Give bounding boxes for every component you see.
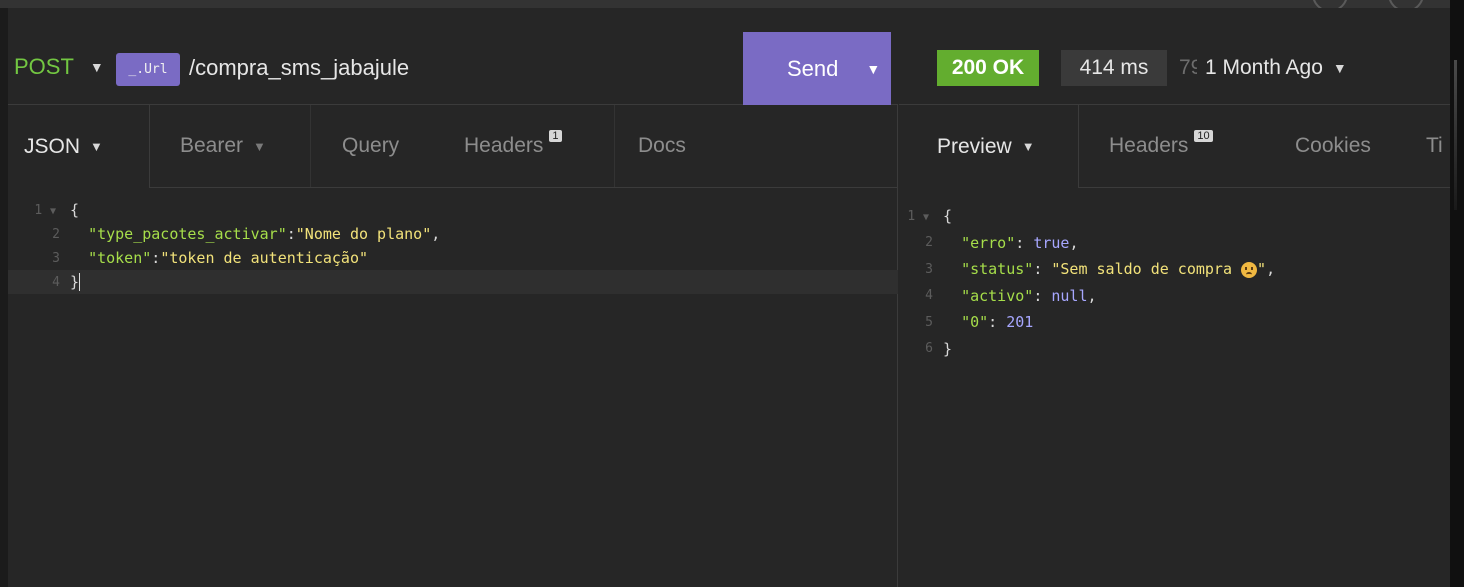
- line-number: 3: [925, 261, 933, 277]
- tab-timeline[interactable]: Ti: [1414, 105, 1450, 188]
- tab-label: Headers: [464, 134, 544, 157]
- headers-count-badge: 10: [1194, 130, 1213, 142]
- json-key: "activo": [961, 286, 1034, 305]
- response-preview: 1 ▼ { 2 "erro": true, 3 "status": "Sem s…: [899, 203, 1450, 362]
- response-time-badge: 414 ms: [1061, 50, 1167, 86]
- code-line: 1 ▼ {: [8, 198, 898, 222]
- code-line: 2 "erro": true,: [899, 230, 1450, 257]
- line-number: 5: [925, 314, 933, 330]
- code-line: 5 "0": 201: [899, 309, 1450, 336]
- response-size-badge: 79: [1179, 56, 1197, 79]
- send-button[interactable]: Send ▼: [743, 32, 891, 105]
- json-key: "0": [961, 313, 989, 332]
- fold-arrow-icon: ▼: [49, 205, 56, 217]
- worried-face-emoji-icon: [1241, 261, 1258, 278]
- response-status-bar: 200 OK 414 ms 79 1 Month Ago ▼: [899, 8, 1450, 105]
- json-null: null: [1051, 286, 1088, 305]
- json-string: "Sem saldo de compra: [1051, 260, 1242, 279]
- tab-body-json[interactable]: JSON ▼: [8, 105, 150, 188]
- tab-headers[interactable]: Headers 1: [434, 105, 614, 188]
- tab-label: Preview: [937, 134, 1012, 158]
- tab-auth-bearer[interactable]: Bearer ▼: [150, 105, 310, 188]
- insomnia-app: POST ▼ _.Url /compra_sms_jabajule Send ▼…: [8, 8, 1450, 587]
- request-tabs: JSON ▼ Bearer ▼ Query Headers 1 Docs: [8, 105, 898, 188]
- tab-bar-filler: [718, 105, 898, 188]
- line-number: 1 ▼: [34, 202, 56, 218]
- code-line: 3 "status": "Sem saldo de compra ",: [899, 256, 1450, 283]
- code-line: 3 "token":"token de autenticação": [8, 246, 898, 270]
- chevron-down-icon: ▼: [1021, 139, 1035, 154]
- line-number: 2: [925, 235, 933, 251]
- tab-label: Docs: [638, 134, 686, 157]
- code-line: 4 "activo": null,: [899, 283, 1450, 310]
- environment-variable-tag[interactable]: _.Url: [116, 53, 180, 86]
- line-number: 2: [52, 226, 60, 242]
- code-line-current: 4 }: [8, 270, 898, 294]
- method-label: POST: [14, 54, 74, 79]
- json-boolean: true: [1033, 233, 1070, 252]
- line-number: 6: [925, 341, 933, 357]
- tab-label: JSON: [24, 134, 81, 158]
- request-pane: POST ▼ _.Url /compra_sms_jabajule Send ▼…: [8, 8, 898, 587]
- response-history-dropdown[interactable]: 1 Month Ago ▼: [1205, 50, 1347, 86]
- url-input[interactable]: /compra_sms_jabajule: [189, 55, 409, 81]
- tab-docs[interactable]: Docs: [614, 105, 718, 188]
- tab-preview[interactable]: Preview ▼: [899, 105, 1079, 188]
- tab-query[interactable]: Query: [310, 105, 434, 188]
- tab-cookies[interactable]: Cookies: [1259, 105, 1414, 188]
- json-key: "type_pacotes_activar": [88, 225, 287, 243]
- json-string: "Nome do plano": [295, 225, 432, 243]
- chevron-down-icon: ▼: [1332, 60, 1347, 76]
- line-number: 4: [52, 274, 60, 290]
- method-selector[interactable]: POST ▼: [14, 54, 104, 80]
- line-number: 4: [925, 288, 933, 304]
- url-bar: POST ▼ _.Url /compra_sms_jabajule Send ▼: [8, 8, 898, 105]
- edge-glow: [1454, 60, 1457, 210]
- fold-arrow-icon: ▼: [922, 211, 929, 223]
- code-line: 1 ▼ {: [899, 203, 1450, 230]
- chevron-down-icon: ▼: [90, 139, 103, 154]
- line-number: 3: [52, 250, 60, 266]
- chevron-down-icon: ▼: [253, 138, 266, 154]
- text-cursor: [79, 273, 81, 292]
- json-number: 201: [1006, 313, 1034, 332]
- tab-label: Ti: [1426, 134, 1443, 157]
- code-line: 6 }: [899, 336, 1450, 363]
- json-key: "status": [961, 260, 1034, 279]
- tab-label: Query: [342, 134, 400, 157]
- send-label: Send: [787, 55, 839, 81]
- json-string: "token de autenticação": [160, 249, 369, 267]
- window-top-strip: [0, 0, 1450, 12]
- json-key: "erro": [961, 233, 1016, 252]
- chevron-down-icon: ▼: [89, 59, 104, 75]
- desktop-edge: [1450, 0, 1464, 587]
- history-label: 1 Month Ago: [1205, 56, 1323, 79]
- tab-label: Headers: [1109, 134, 1189, 157]
- tab-label: Cookies: [1295, 134, 1371, 157]
- response-pane: 200 OK 414 ms 79 1 Month Ago ▼ Preview ▼…: [899, 8, 1450, 587]
- tab-response-headers[interactable]: Headers 10: [1079, 105, 1259, 188]
- json-key: "token": [88, 249, 152, 267]
- code-line: 2 "type_pacotes_activar":"Nome do plano"…: [8, 222, 898, 246]
- tab-label: Bearer: [180, 134, 244, 157]
- request-body-editor[interactable]: 1 ▼ { 2 "type_pacotes_activar":"Nome do …: [8, 198, 898, 294]
- chevron-down-icon[interactable]: ▼: [866, 61, 880, 77]
- status-code-badge: 200 OK: [937, 50, 1039, 86]
- headers-count-badge: 1: [549, 130, 562, 142]
- line-number: 1 ▼: [907, 208, 929, 224]
